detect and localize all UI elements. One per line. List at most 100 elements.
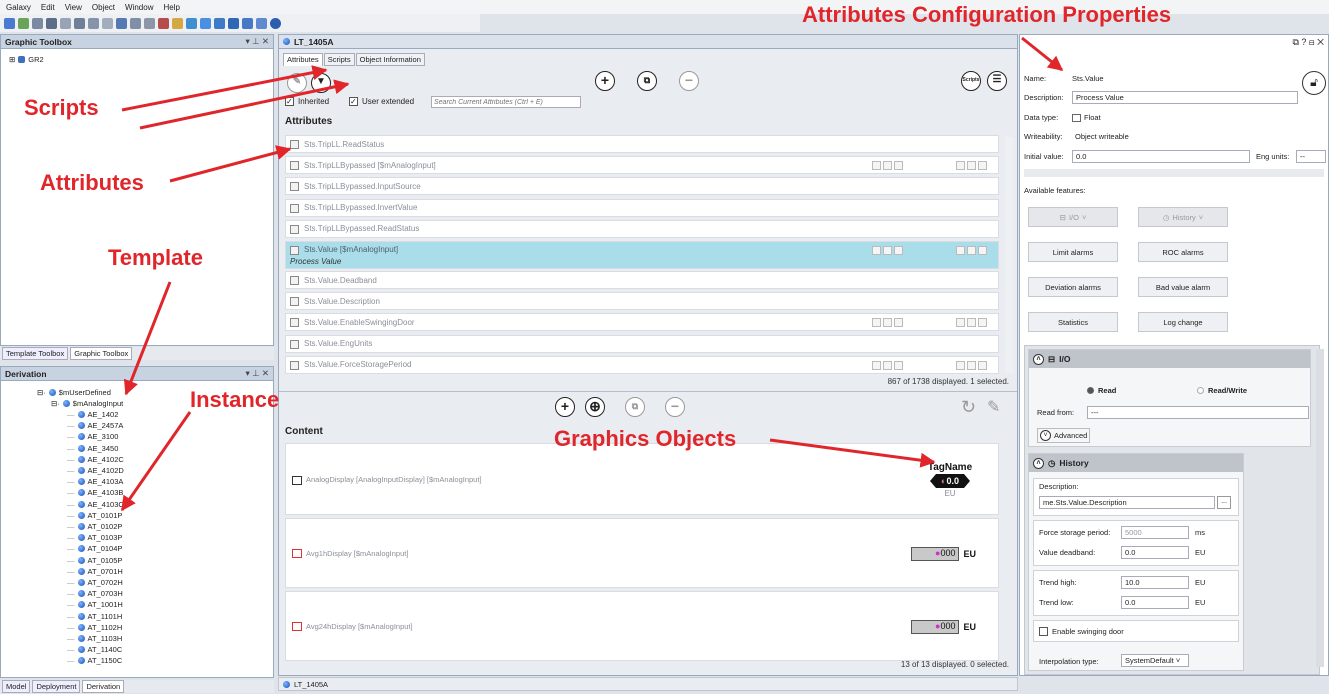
connect-icon[interactable] [200, 17, 211, 29]
tree-item-instance[interactable]: — AE_3100 [67, 432, 118, 441]
upload-icon[interactable] [144, 17, 155, 29]
feature-io-button[interactable]: ⊟ I/O ˅ [1028, 207, 1118, 227]
collapse-icon[interactable]: ˄ [1033, 353, 1044, 365]
attribute-search-input[interactable] [431, 96, 581, 108]
feature-history-button[interactable]: ◷ History ˅ [1138, 207, 1228, 227]
feature-limit-alarms-button[interactable]: Limit alarms [1028, 242, 1118, 262]
network-icon[interactable] [228, 17, 239, 29]
attribute-row[interactable]: Sts.Value.Deadband [285, 271, 999, 289]
tree-item-instance[interactable]: — AE_4103B [67, 488, 123, 497]
user-extended-checkbox[interactable]: ✓ [349, 97, 358, 106]
read-from-field[interactable]: --- [1087, 406, 1309, 419]
tree-item-instance[interactable]: — AT_0701H [67, 567, 123, 576]
menu-window[interactable]: Window [125, 3, 153, 12]
remove-attribute-button[interactable]: − [679, 71, 699, 91]
attribute-row[interactable]: Sts.TripLLBypassed.InputSource [285, 177, 999, 196]
edit-graphic-icon[interactable]: ✎ [987, 397, 1000, 417]
feature-log-change-button[interactable]: Log change [1138, 312, 1228, 332]
tree-item-instance[interactable]: — AT_0104P [67, 544, 122, 553]
panel-controls-icon[interactable]: ▾ ⊥ ✕ [245, 368, 269, 379]
tree-item-instance[interactable]: — AE_4103C [67, 500, 124, 509]
tree-item-instance[interactable]: — AT_1140C [67, 645, 122, 654]
undo-checkout-icon[interactable] [102, 17, 113, 29]
tree-item-instance[interactable]: — AE_4103A [67, 477, 123, 486]
expand-icon[interactable]: ⊞ [9, 55, 15, 64]
tab-derivation[interactable]: Derivation [82, 680, 125, 693]
swinging-door-checkbox[interactable] [1039, 627, 1048, 636]
tree-item-instance[interactable]: — AE_4102D [67, 466, 124, 475]
menu-help[interactable]: Help [163, 3, 179, 12]
duplicate-attribute-button[interactable]: ⧉ [637, 71, 657, 91]
help-icon[interactable] [270, 17, 281, 29]
attribute-row[interactable]: Sts.TripLLBypassed.ReadStatus [285, 219, 999, 238]
content-row[interactable]: AnalogDisplay [AnalogInputDisplay] [$mAn… [285, 443, 999, 515]
add-graphic-button[interactable]: + [555, 397, 575, 417]
advanced-button[interactable]: ˅ Advanced [1037, 428, 1091, 443]
history-description-field[interactable]: me.Sts.Value.Description [1039, 496, 1215, 509]
open-icon[interactable] [32, 17, 43, 29]
duplicate-graphic-button[interactable]: ⧉ [625, 397, 645, 417]
properties-scrollbar[interactable] [1316, 349, 1324, 667]
filter-icon[interactable]: ▼ [311, 73, 331, 93]
deploy-icon[interactable] [116, 17, 127, 29]
runtime-icon[interactable] [242, 17, 253, 29]
value-deadband-field[interactable]: 0.0 [1121, 546, 1189, 559]
inherited-checkbox[interactable]: ✓ [285, 97, 294, 106]
list-view-icon[interactable]: ☰ [987, 71, 1007, 91]
tab-attributes[interactable]: Attributes [283, 53, 323, 66]
history-group-header[interactable]: ˄ ◷ History [1029, 454, 1243, 472]
feature-roc-alarms-button[interactable]: ROC alarms [1138, 242, 1228, 262]
user-extended-toggle[interactable]: ✓ User extended [349, 97, 414, 106]
find-icon[interactable] [186, 17, 197, 29]
print-icon[interactable] [60, 17, 71, 29]
feature-deviation-alarms-button[interactable]: Deviation alarms [1028, 277, 1118, 297]
tree-item-instance[interactable]: — AE_1402 [67, 410, 118, 419]
tab-object-information[interactable]: Object Information [355, 53, 425, 66]
tree-item-instance[interactable]: — AE_2457A [67, 421, 123, 430]
collapse-icon[interactable]: ˄ [1033, 457, 1044, 469]
save-icon[interactable] [46, 17, 57, 29]
undeploy-icon[interactable] [130, 17, 141, 29]
tree-item-instance[interactable]: — AT_1102H [67, 623, 122, 632]
add-attribute-button[interactable]: + [595, 71, 615, 91]
tree-item-gr2[interactable]: ⊞ GR2 [9, 55, 44, 64]
attribute-row[interactable]: Sts.Value.EnableSwingingDoor [285, 313, 999, 332]
tree-item-instance[interactable]: — AT_0101P [67, 511, 122, 520]
content-row[interactable]: Avg1hDisplay [$mAnalogInput] ●000 EU [285, 518, 999, 588]
tree-item-instance[interactable]: — AT_0105P [67, 556, 122, 565]
galaxy-status-icon[interactable] [214, 17, 225, 29]
tab-template-toolbox[interactable]: Template Toolbox [2, 347, 69, 360]
attribute-row[interactable]: Sts.Value.ForceStoragePeriod [285, 355, 999, 374]
tree-item-instance[interactable]: — AT_0103P [67, 533, 122, 542]
horizontal-scrollbar[interactable] [1024, 169, 1324, 177]
edit-icon[interactable]: ✎ [287, 73, 307, 93]
attribute-row[interactable]: Sts.TripLLBypassed.InvertValue [285, 198, 999, 217]
trend-low-field[interactable]: 0.0 [1121, 596, 1189, 609]
attribute-row[interactable]: Sts.Value [$mAnalogInput] Process Value [285, 241, 999, 269]
tree-item-instance[interactable]: — AT_0703H [67, 589, 123, 598]
tree-item-instance[interactable]: — AT_1150C [67, 656, 122, 665]
feature-bad-value-alarm-button[interactable]: Bad value alarm [1138, 277, 1228, 297]
tree-item-instance[interactable]: — AT_1103H [67, 634, 122, 643]
splitter[interactable] [279, 391, 1017, 392]
tree-item-template-child[interactable]: ⊟· $mAnalogInput [51, 399, 123, 408]
swinging-door-toggle[interactable]: Enable swinging door [1039, 627, 1124, 636]
content-row[interactable]: Avg24hDisplay [$mAnalogInput] ●000 EU [285, 591, 999, 661]
check-in-icon[interactable] [74, 17, 85, 29]
interpolation-select[interactable]: SystemDefault ˅ [1121, 654, 1189, 667]
tree-item-instance[interactable]: — AT_1101H [67, 612, 122, 621]
initial-value-field[interactable]: 0.0 [1072, 150, 1250, 163]
tree-item-instance[interactable]: — AE_4102C [67, 455, 124, 464]
tree-item-instance[interactable]: — AT_1001H [67, 600, 123, 609]
attribute-row[interactable]: Sts.TripLL.ReadStatus [285, 135, 999, 153]
new-icon[interactable] [18, 17, 29, 29]
check-out-icon[interactable] [88, 17, 99, 29]
menu-edit[interactable]: Edit [41, 3, 55, 12]
panel-controls-icon[interactable]: ▾ ⊥ ✕ [245, 36, 269, 47]
tree-item-instance[interactable]: — AE_3450 [67, 444, 118, 453]
delete-icon[interactable] [158, 17, 169, 29]
tab-model[interactable]: Model [2, 680, 31, 693]
properties-icon[interactable] [172, 17, 183, 29]
tab-deployment[interactable]: Deployment [32, 680, 81, 693]
inherited-toggle[interactable]: ✓ Inherited [285, 97, 329, 106]
